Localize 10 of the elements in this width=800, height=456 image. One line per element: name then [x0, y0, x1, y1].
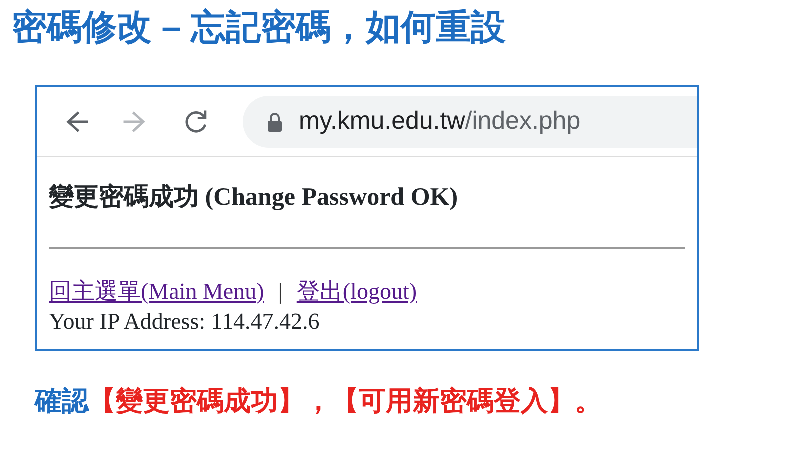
caption-text: 確認【變更密碼成功】，【可用新密碼登入】。 [35, 385, 603, 418]
link-separator: | [278, 278, 283, 306]
lock-icon [267, 112, 283, 132]
text-link[interactable]: 登出(logout) [296, 274, 417, 309]
slide-title: 密碼修改 – 忘記密碼，如何重設 [12, 10, 507, 45]
text-link[interactable]: 回主選單(Main Menu) [49, 274, 264, 309]
ip-address-text: Your IP Address: 114.47.42.6 [49, 309, 321, 334]
page-heading: 變更密碼成功 (Change Password OK) [49, 182, 460, 213]
address-bar[interactable]: my.kmu.edu.tw/index.php [243, 96, 697, 148]
address-url: my.kmu.edu.tw/index.php [299, 106, 581, 137]
